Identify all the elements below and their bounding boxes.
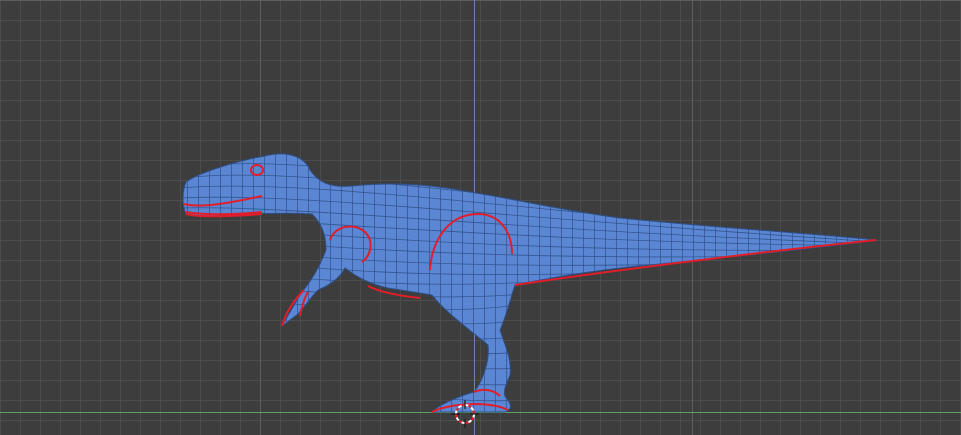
wireframe-overlay <box>183 153 876 412</box>
viewport-scene[interactable] <box>0 0 961 435</box>
3d-viewport[interactable] <box>0 0 961 435</box>
